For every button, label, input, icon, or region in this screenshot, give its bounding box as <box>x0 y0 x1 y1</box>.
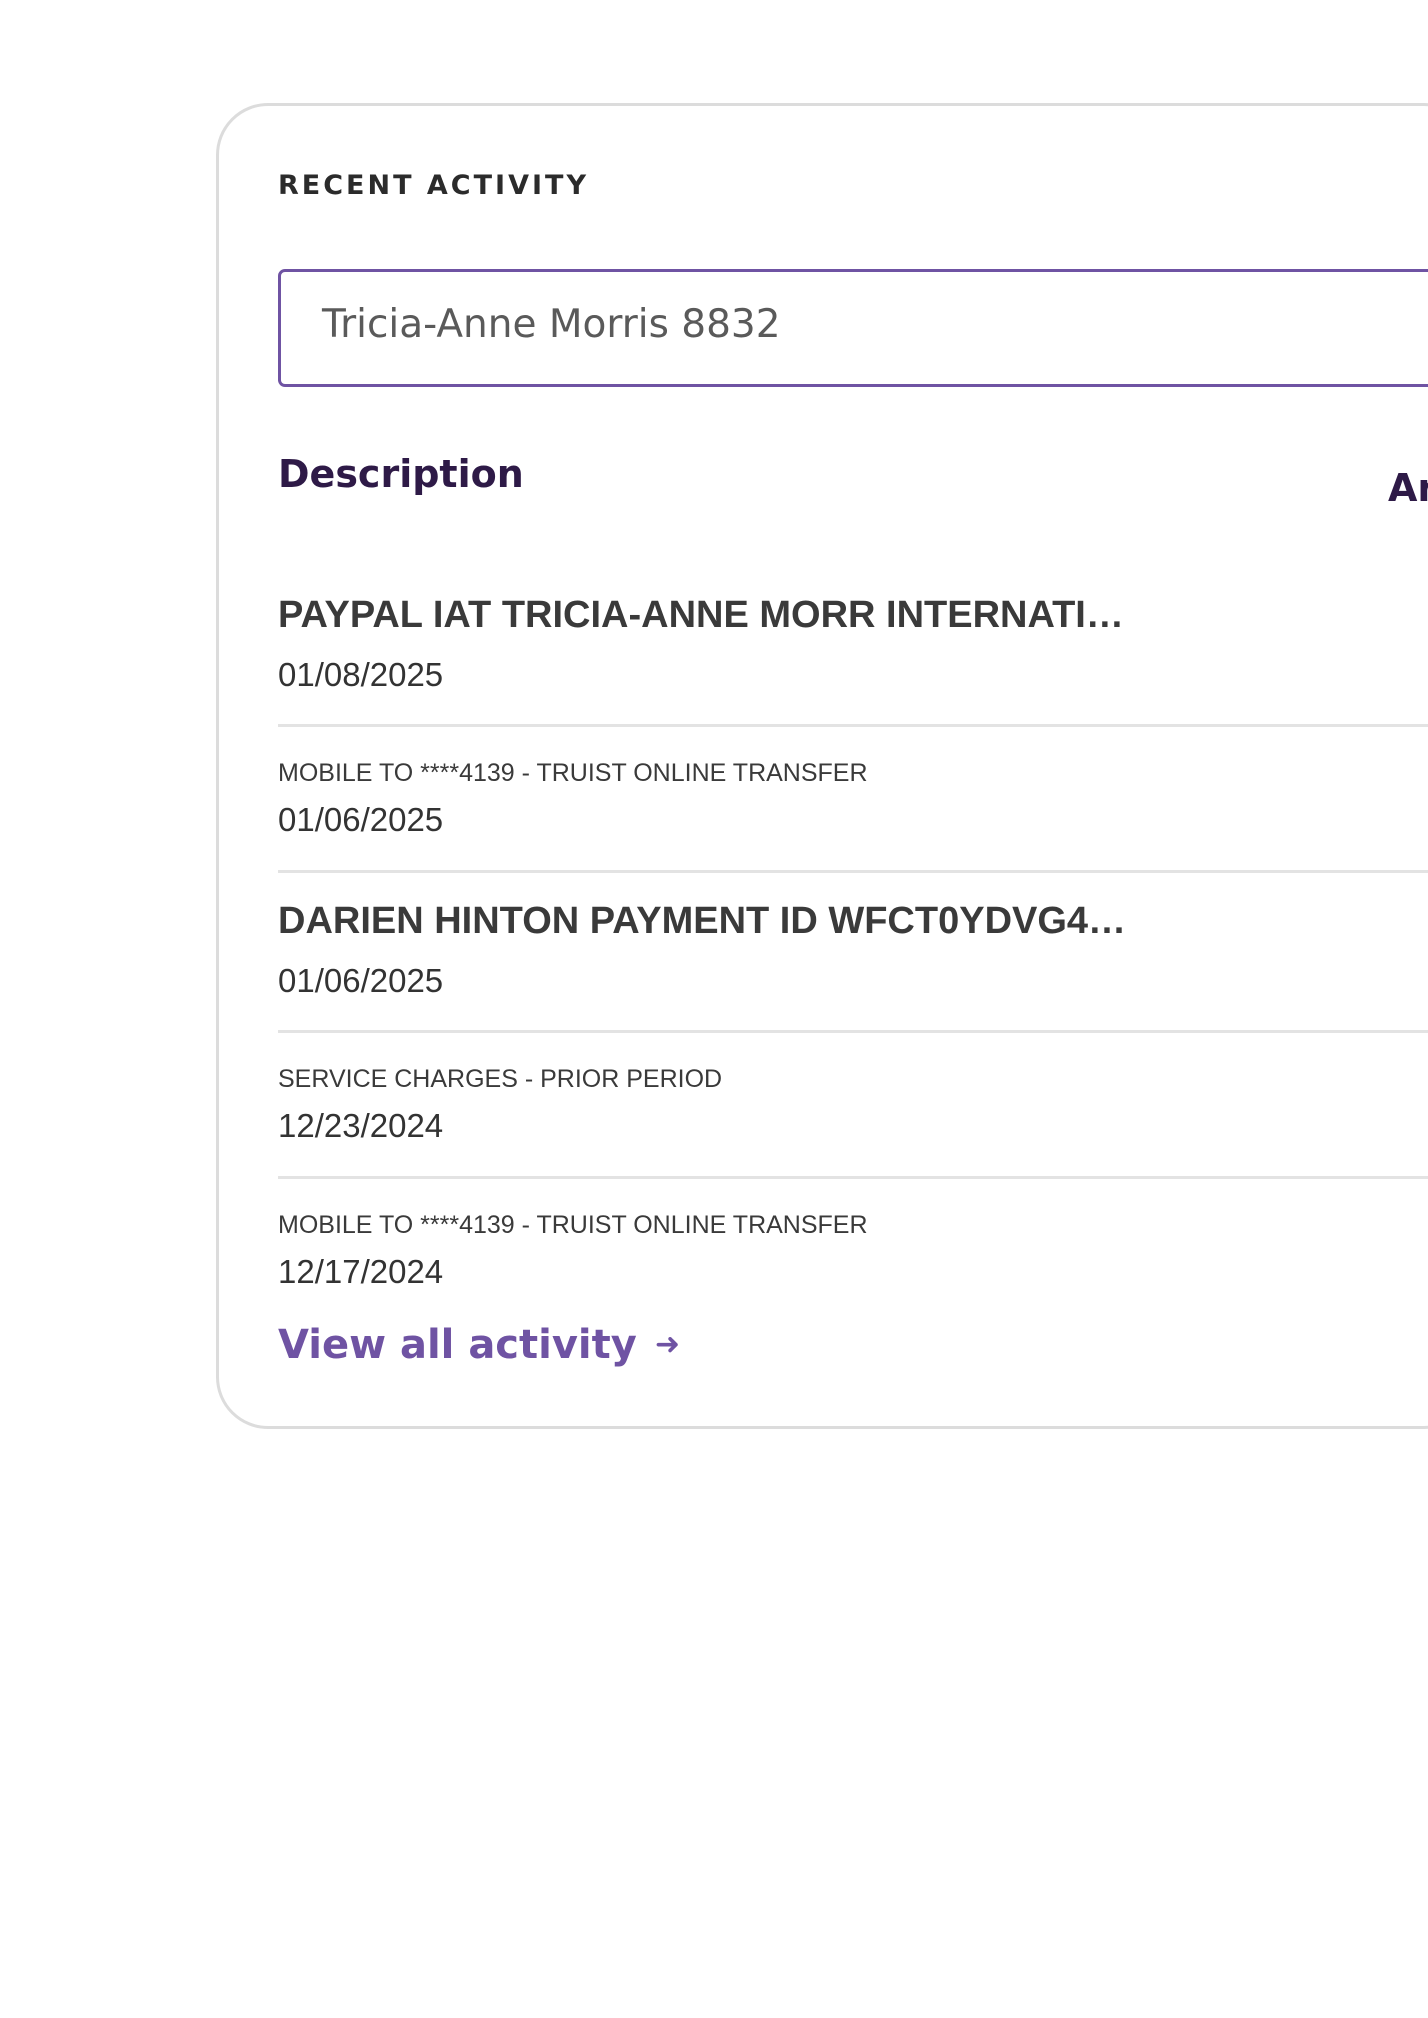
column-header-description: Description <box>278 452 524 496</box>
row-divider <box>278 724 1428 727</box>
transaction-description: DARIEN HINTON PAYMENT ID WFCT0YDVG4… <box>278 900 1127 942</box>
transaction-description: PAYPAL IAT TRICIA-ANNE MORR INTERNATI… <box>278 594 1124 636</box>
row-divider <box>278 1176 1428 1179</box>
section-title: RECENT ACTIVITY <box>278 170 589 201</box>
transaction-description: MOBILE TO ****4139 - TRUIST ONLINE TRANS… <box>278 759 868 787</box>
transaction-description: MOBILE TO ****4139 - TRUIST ONLINE TRANS… <box>278 1211 868 1239</box>
transaction-date: 12/17/2024 <box>278 1253 444 1290</box>
account-select-value: Tricia-Anne Morris 8832 <box>322 302 781 347</box>
column-header-amount: Ar <box>1388 466 1428 510</box>
view-all-activity-label: View all activity <box>278 1322 637 1368</box>
row-divider <box>278 1030 1428 1033</box>
account-select[interactable]: Tricia-Anne Morris 8832 <box>278 269 1428 387</box>
transaction-description: SERVICE CHARGES - PRIOR PERIOD <box>278 1065 723 1093</box>
row-divider <box>278 870 1428 873</box>
transaction-date: 01/06/2025 <box>278 962 444 999</box>
transaction-date: 01/08/2025 <box>278 656 444 693</box>
transaction-date: 01/06/2025 <box>278 801 444 838</box>
arrow-right-icon: ➜ <box>654 1327 680 1362</box>
view-all-activity-link[interactable]: View all activity ➜ <box>278 1322 680 1368</box>
transaction-date: 12/23/2024 <box>278 1107 444 1144</box>
